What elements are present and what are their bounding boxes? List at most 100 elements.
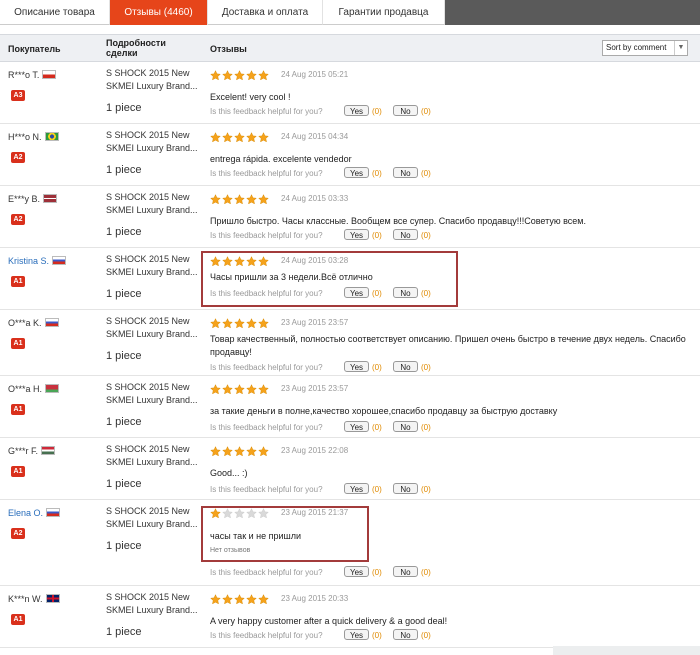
no-count: (0) <box>421 485 431 494</box>
yes-count: (0) <box>372 107 382 116</box>
no-button[interactable]: No <box>393 483 418 494</box>
buyer-name: O***a H. <box>8 384 60 394</box>
star-icon <box>210 132 221 143</box>
helpful-vote: Is this feedback helpful for you? Yes (0) N… <box>210 566 431 580</box>
buyer-level-badge: A1 <box>11 614 25 625</box>
yes-button[interactable]: Yes <box>344 629 369 640</box>
review-date: 24 Aug 2015 03:33 <box>281 194 349 203</box>
star-icon <box>234 70 245 81</box>
helpful-vote: Is this feedback helpful for you? Yes (0) N… <box>210 421 431 435</box>
star-icon <box>258 594 269 605</box>
yes-button[interactable]: Yes <box>344 229 369 240</box>
buyer-name[interactable]: Elena O. <box>8 508 61 518</box>
yes-count: (0) <box>372 631 382 640</box>
rating-stars <box>210 594 270 605</box>
no-count: (0) <box>421 107 431 116</box>
buyer-level-badge: A2 <box>11 528 25 539</box>
buyer-level-badge: A1 <box>11 338 25 349</box>
flag-icon <box>44 132 59 141</box>
rating-stars <box>210 318 270 329</box>
buyer-name: E***y B. <box>8 194 58 204</box>
star-icon <box>234 194 245 205</box>
column-buyer: Покупатель <box>8 44 61 54</box>
rating-stars <box>210 446 270 457</box>
no-button[interactable]: No <box>393 361 418 372</box>
yes-count: (0) <box>372 169 382 178</box>
quantity: 1 piece <box>106 226 142 238</box>
sort-select[interactable]: Sort by comment ▼ <box>602 40 688 56</box>
review-date: 23 Aug 2015 23:57 <box>281 384 349 393</box>
star-icon <box>210 194 221 205</box>
sort-select-value: Sort by comment <box>606 43 667 52</box>
product-link[interactable]: S SHOCK 2015 New SKMEI Luxury Brand... <box>106 505 201 531</box>
tab-delivery[interactable]: Доставка и оплата <box>208 0 323 25</box>
star-icon <box>246 446 257 457</box>
buyer-level-badge: A1 <box>11 404 25 415</box>
star-icon <box>210 70 221 81</box>
buyer-name-text[interactable]: Kristina S. <box>8 256 49 266</box>
no-button[interactable]: No <box>393 105 418 116</box>
table-row: H***o N. A2 S SHOCK 2015 New SKMEI Luxury … <box>0 124 700 186</box>
no-button[interactable]: No <box>393 421 418 432</box>
review-comment: Good... :) <box>210 468 248 478</box>
buyer-name-text: H***o N. <box>8 132 42 142</box>
star-icon <box>258 384 269 395</box>
helpful-vote: Is this feedback helpful for you? Yes (0) N… <box>210 361 431 375</box>
buyer-name: R***o T. <box>8 70 57 80</box>
flag-icon <box>44 318 59 327</box>
yes-button[interactable]: Yes <box>344 167 369 178</box>
star-icon <box>246 594 257 605</box>
review-date: 23 Aug 2015 20:33 <box>281 594 349 603</box>
rating-stars <box>210 384 270 395</box>
product-link[interactable]: S SHOCK 2015 New SKMEI Luxury Brand... <box>106 381 201 407</box>
product-link[interactable]: S SHOCK 2015 New SKMEI Luxury Brand... <box>106 191 201 217</box>
flag-icon <box>41 446 56 455</box>
review-comment: entrega rápida. excelente vendedor <box>210 154 352 164</box>
yes-button[interactable]: Yes <box>344 361 369 372</box>
chevron-down-icon[interactable]: ▼ <box>674 41 687 55</box>
star-icon <box>234 384 245 395</box>
star-icon <box>246 384 257 395</box>
buyer-name-text: O***a H. <box>8 384 43 394</box>
tab-description[interactable]: Описание товара <box>0 0 110 25</box>
review-date: 24 Aug 2015 04:34 <box>281 132 349 141</box>
star-icon <box>246 194 257 205</box>
buyer-name-text[interactable]: Elena O. <box>8 508 43 518</box>
buyer-name[interactable]: Kristina S. <box>8 256 67 266</box>
buyer-level-badge: A1 <box>11 466 25 477</box>
star-icon <box>222 194 233 205</box>
product-link[interactable]: S SHOCK 2015 New SKMEI Luxury Brand... <box>106 591 201 617</box>
no-count: (0) <box>421 568 431 577</box>
flag-icon <box>43 194 58 203</box>
product-link[interactable]: S SHOCK 2015 New SKMEI Luxury Brand... <box>106 315 201 341</box>
yes-count: (0) <box>372 485 382 494</box>
star-icon <box>222 318 233 329</box>
yes-button[interactable]: Yes <box>344 421 369 432</box>
no-button[interactable]: No <box>393 167 418 178</box>
product-link[interactable]: S SHOCK 2015 New SKMEI Luxury Brand... <box>106 443 201 469</box>
yes-button[interactable]: Yes <box>344 483 369 494</box>
star-icon <box>210 318 221 329</box>
no-button[interactable]: No <box>393 229 418 240</box>
yes-count: (0) <box>372 423 382 432</box>
column-details: Подробности сделки <box>106 38 166 58</box>
product-link[interactable]: S SHOCK 2015 New SKMEI Luxury Brand... <box>106 253 201 279</box>
tab-guarantees[interactable]: Гарантии продавца <box>323 0 445 25</box>
helpful-question: Is this feedback helpful for you? <box>210 363 323 372</box>
quantity: 1 piece <box>106 102 142 114</box>
review-comment: Excelent! very cool ! <box>210 92 291 102</box>
buyer-level-badge: A3 <box>11 90 25 101</box>
product-link[interactable]: S SHOCK 2015 New SKMEI Luxury Brand... <box>106 67 201 93</box>
quantity: 1 piece <box>106 416 142 428</box>
yes-button[interactable]: Yes <box>344 105 369 116</box>
no-button[interactable]: No <box>393 629 418 640</box>
product-link[interactable]: S SHOCK 2015 New SKMEI Luxury Brand... <box>106 129 201 155</box>
tab-reviews[interactable]: Отзывы (4460) <box>110 0 208 25</box>
yes-button[interactable]: Yes <box>344 566 369 577</box>
yes-count: (0) <box>372 363 382 372</box>
no-button[interactable]: No <box>393 566 418 577</box>
table-row: K***n W. A1 S SHOCK 2015 New SKMEI Luxury … <box>0 586 700 648</box>
helpful-question: Is this feedback helpful for you? <box>210 631 323 640</box>
buyer-name: G***r F. <box>8 446 56 456</box>
buyer-name-text: G***r F. <box>8 446 39 456</box>
